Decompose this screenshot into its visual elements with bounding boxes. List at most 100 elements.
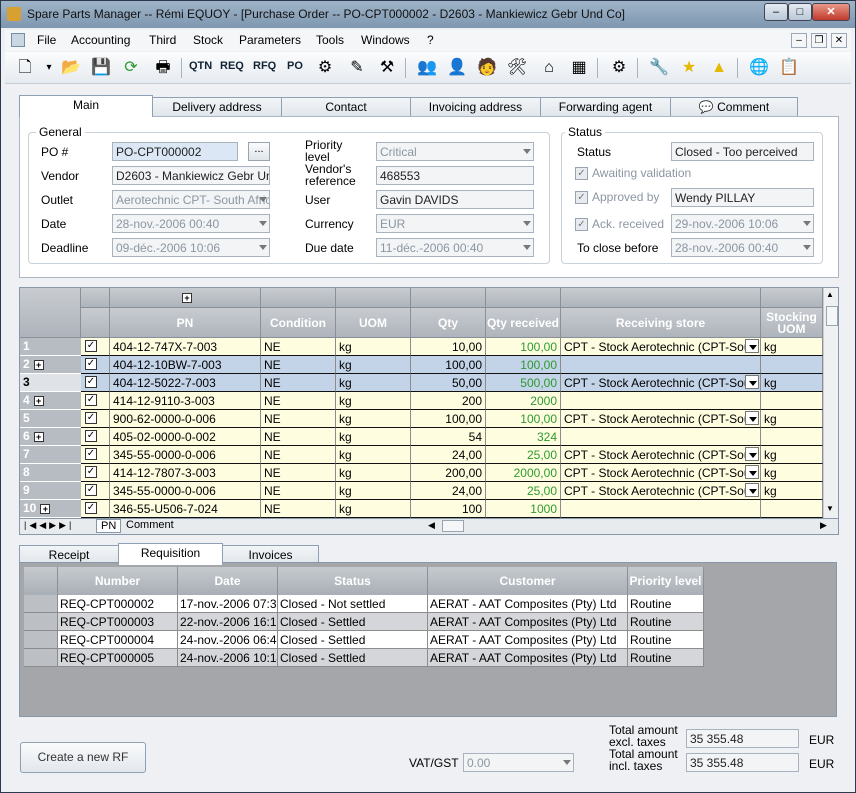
row-header[interactable]: 4 +	[20, 392, 81, 410]
cell-recv[interactable]: 500,00	[486, 374, 561, 392]
row-checkbox[interactable]: ✓	[85, 394, 97, 406]
star-icon[interactable]: ★	[677, 56, 701, 80]
cell-store[interactable]: CPT - Stock Aerotechnic (CPT-Sout	[561, 464, 761, 482]
cell-pn[interactable]: 414-12-9110-3-003	[110, 392, 261, 410]
col-condition-header[interactable]: Condition	[261, 308, 336, 338]
mdi-close-icon[interactable]: ✕	[831, 33, 847, 48]
cell-suom[interactable]: kg	[761, 338, 823, 356]
invoice-icon[interactable]: ✎	[345, 56, 369, 80]
req-col-date[interactable]: Date	[178, 567, 278, 595]
req-cell-customer[interactable]: AERAT - AAT Composites (Pty) Ltd	[428, 613, 628, 631]
table-row[interactable]: 10 + ✓ 346-55-U506-7-024 NE kg 100 1000	[20, 500, 838, 518]
cell-pn[interactable]: 900-62-0000-0-006	[110, 410, 261, 428]
row-check-cell[interactable]: ✓	[81, 392, 110, 410]
cell-qty[interactable]: 54	[411, 428, 486, 446]
cell-recv[interactable]: 100,00	[486, 410, 561, 428]
hscroll-right-icon[interactable]: ▶	[820, 520, 827, 531]
sheet-nav-icons[interactable]: |◀◀▶▶|	[24, 520, 74, 531]
approved-by-field[interactable]: Wendy PILLAY	[671, 188, 814, 207]
cell-store[interactable]: CPT - Stock Aerotechnic (CPT-Sout	[561, 446, 761, 464]
cell-recv[interactable]: 25,00	[486, 482, 561, 500]
rfq-button[interactable]: RFQ	[253, 60, 276, 72]
cell-qty[interactable]: 100,00	[411, 356, 486, 374]
row-check-cell[interactable]: ✓	[81, 482, 110, 500]
req-row-header[interactable]	[24, 595, 58, 613]
cell-uom[interactable]: kg	[336, 428, 411, 446]
menu-windows[interactable]: Windows	[361, 33, 410, 47]
req-cell-date[interactable]: 24-nov.-2006 06:40	[178, 631, 278, 649]
req-button[interactable]: REQ	[220, 60, 244, 72]
cell-recv[interactable]: 100,00	[486, 356, 561, 374]
chevron-down-icon[interactable]	[745, 483, 759, 497]
cell-suom[interactable]	[761, 356, 823, 374]
menu-accounting[interactable]: Accounting	[71, 33, 130, 47]
cell-suom[interactable]: kg	[761, 482, 823, 500]
cell-recv[interactable]: 1000	[486, 500, 561, 518]
new-dropdown-icon[interactable]: ▾	[37, 56, 61, 80]
sheet-tab-pn[interactable]: PN	[96, 519, 122, 533]
cell-pn[interactable]: 404-12-10BW-7-003	[110, 356, 261, 374]
cell-store[interactable]: CPT - Stock Aerotechnic (CPT-Sout	[561, 338, 761, 356]
col-uom-header[interactable]: UOM	[336, 308, 411, 338]
table-row[interactable]: 8 ✓ 414-12-7807-3-003 NE kg 200,00 2000,00 CPT …	[20, 464, 838, 482]
req-row[interactable]: REQ-CPT000003 22-nov.-2006 16:15 Closed - …	[24, 613, 704, 631]
row-checkbox[interactable]: ✓	[85, 358, 97, 370]
tab-forwarding-agent[interactable]: Forwarding agent	[540, 97, 671, 117]
req-cell-status[interactable]: Closed - Not settled	[278, 595, 428, 613]
tab-invoicing-address[interactable]: Invoicing address	[410, 97, 541, 117]
cell-uom[interactable]: kg	[336, 374, 411, 392]
cell-qty[interactable]: 10,00	[411, 338, 486, 356]
row-check-cell[interactable]: ✓	[81, 374, 110, 392]
user-field[interactable]: Gavin DAVIDS	[376, 190, 534, 209]
cell-cond[interactable]: NE	[261, 428, 336, 446]
table-row[interactable]: 6 + ✓ 405-02-0000-0-002 NE kg 54 324	[20, 428, 838, 446]
cell-pn[interactable]: 405-02-0000-0-002	[110, 428, 261, 446]
row-checkbox[interactable]: ✓	[85, 340, 97, 352]
col-stocking-uom-header[interactable]: Stocking UOM	[761, 308, 823, 338]
cell-qty[interactable]: 100,00	[411, 410, 486, 428]
cell-qty[interactable]: 200,00	[411, 464, 486, 482]
req-cell-status[interactable]: Closed - Settled	[278, 631, 428, 649]
new-icon[interactable]: 🗋	[13, 56, 37, 80]
row-check-cell[interactable]: ✓	[81, 410, 110, 428]
req-cell-num[interactable]: REQ-CPT000004	[58, 631, 178, 649]
row-checkbox[interactable]: ✓	[85, 502, 97, 514]
row-header[interactable]: 10 +	[20, 500, 81, 518]
approved-by-checkbox[interactable]: ✓	[575, 191, 588, 204]
row-header[interactable]: 6 +	[20, 428, 81, 446]
row-checkbox[interactable]: ✓	[85, 430, 97, 442]
cell-cond[interactable]: NE	[261, 374, 336, 392]
settings-gear-icon[interactable]: ⚙	[607, 56, 631, 80]
menu-file[interactable]: File	[37, 33, 56, 47]
cell-store[interactable]: CPT - Stock Aerotechnic (CPT-Sout	[561, 374, 761, 392]
chevron-down-icon[interactable]	[745, 339, 759, 353]
cell-suom[interactable]: kg	[761, 374, 823, 392]
chevron-down-icon[interactable]	[745, 447, 759, 461]
menu-tools[interactable]: Tools	[316, 33, 344, 47]
date-picker[interactable]: 28-nov.-2006 00:40	[112, 214, 270, 233]
cell-suom[interactable]	[761, 428, 823, 446]
home-icon[interactable]: ⌂	[537, 56, 561, 80]
req-col-number[interactable]: Number	[58, 567, 178, 595]
tab-comment[interactable]: 💬 Comment	[670, 97, 798, 117]
create-new-rf-button[interactable]: Create a new RF	[20, 742, 146, 773]
chevron-down-icon[interactable]	[745, 411, 759, 425]
scroll-up-icon[interactable]: ▲	[826, 290, 834, 299]
vendor-field[interactable]: D2603 - Mankiewicz Gebr Und C	[112, 166, 270, 185]
row-header[interactable]: 5	[20, 410, 81, 428]
cell-suom[interactable]: kg	[761, 464, 823, 482]
ack-received-picker[interactable]: 29-nov.-2006 10:06	[671, 214, 814, 233]
cell-uom[interactable]: kg	[336, 392, 411, 410]
cell-uom[interactable]: kg	[336, 500, 411, 518]
cell-recv[interactable]: 25,00	[486, 446, 561, 464]
req-cell-num[interactable]: REQ-CPT000003	[58, 613, 178, 631]
req-cell-date[interactable]: 24-nov.-2006 10:14	[178, 649, 278, 667]
sheet-tab-comment[interactable]: Comment	[122, 519, 178, 531]
deadline-picker[interactable]: 09-déc.-2006 10:06	[112, 238, 270, 257]
po-number-field[interactable]: PO-CPT000002	[112, 142, 238, 161]
req-cell-date[interactable]: 17-nov.-2006 07:37	[178, 595, 278, 613]
cell-pn[interactable]: 404-12-747X-7-003	[110, 338, 261, 356]
cell-cond[interactable]: NE	[261, 410, 336, 428]
menu-help[interactable]: ?	[427, 33, 434, 47]
qtn-button[interactable]: QTN	[189, 60, 212, 72]
